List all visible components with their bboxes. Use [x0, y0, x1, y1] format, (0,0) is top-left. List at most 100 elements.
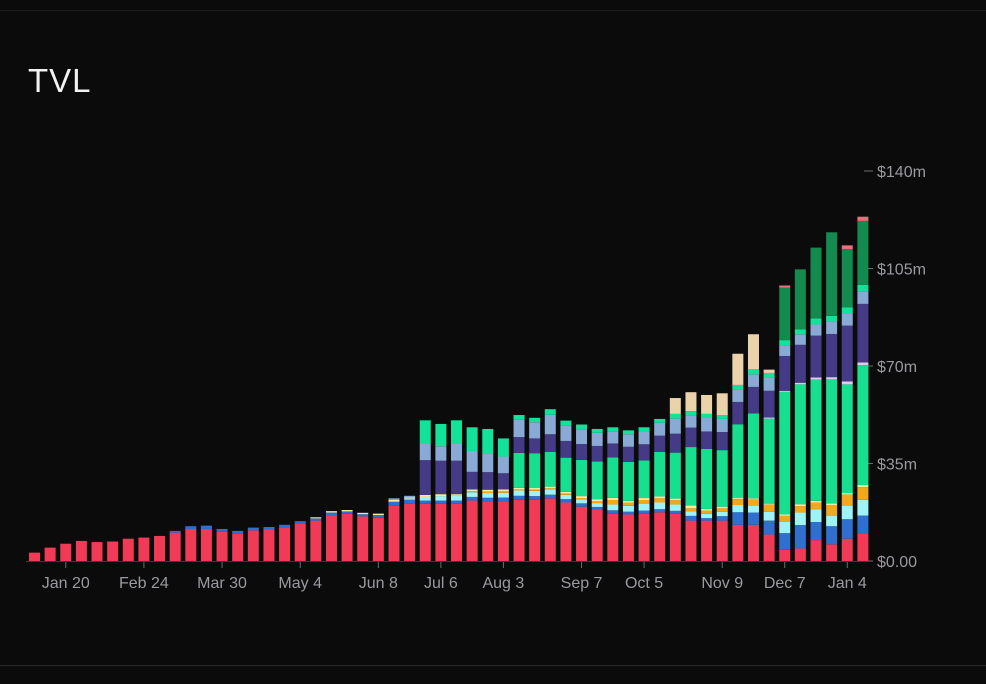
tvl-chart: $0.00 $35m $70m $105m $140m Jan 20 Feb 24 Mar 3…	[26, 164, 926, 592]
bar-segment	[763, 390, 775, 418]
bar-segment	[451, 495, 463, 501]
bar-segment	[779, 514, 791, 516]
bar-segment	[232, 530, 244, 534]
bar-segment	[263, 527, 275, 530]
bar-segment	[669, 500, 681, 505]
bar-segment	[669, 418, 681, 434]
bar-segment	[482, 454, 494, 473]
bar-segment	[654, 498, 666, 503]
bar-segment	[685, 427, 697, 448]
bar-segment	[841, 381, 853, 385]
bar-segment	[685, 520, 697, 561]
bar-segment	[622, 500, 634, 503]
bar-segment	[826, 526, 838, 545]
bar-segment	[857, 362, 869, 366]
bar-segment	[685, 505, 697, 509]
bar-segment	[466, 471, 478, 490]
bar-segment	[794, 512, 806, 526]
bar-segment	[607, 499, 619, 505]
y-tick-label: $0.00	[877, 554, 917, 571]
bar-segment	[810, 509, 822, 522]
bar-segment	[451, 500, 463, 504]
bar-segment	[404, 503, 416, 561]
bar-segment	[794, 329, 806, 335]
bar-segment	[419, 503, 431, 561]
bar-segment	[716, 508, 728, 512]
bar-segment	[482, 493, 494, 498]
bar-segment	[841, 519, 853, 539]
bar-segment	[685, 511, 697, 516]
bar-segment	[544, 434, 556, 452]
bar-segment	[622, 514, 634, 561]
bar-segment	[810, 379, 822, 501]
bar-segment	[763, 534, 775, 561]
bar-segment	[435, 446, 447, 461]
bar-segment	[497, 438, 509, 457]
bar-segment	[763, 504, 775, 512]
bar-segment	[794, 525, 806, 549]
bar-segment	[388, 501, 400, 506]
bar-segment	[638, 513, 650, 561]
bar-segment	[279, 527, 291, 561]
bar-segment	[638, 444, 650, 461]
bar-segment	[591, 503, 603, 507]
bar-segment	[779, 515, 791, 522]
bar-segment	[701, 417, 713, 432]
bar-segment	[435, 496, 447, 501]
bar-segment	[669, 513, 681, 561]
bar-segment	[732, 499, 744, 506]
bar-segment	[357, 516, 369, 561]
bar-segment	[685, 411, 697, 416]
bar-segment	[29, 552, 40, 561]
bar-segment	[497, 492, 509, 498]
bar-segment	[607, 497, 619, 500]
bar-segment	[685, 508, 697, 512]
bar-segment	[341, 513, 353, 561]
bar-segment	[857, 291, 869, 304]
bar-segment	[857, 484, 869, 488]
bar-segment	[810, 540, 822, 561]
y-tick-label: $140m	[877, 164, 926, 181]
bar-segment	[732, 524, 744, 561]
x-tick-label: Oct 5	[625, 575, 663, 592]
bar-segment	[497, 497, 509, 502]
bar-segment	[325, 512, 337, 516]
bar-segment	[716, 520, 728, 561]
bar-segment	[576, 498, 588, 500]
bar-segment	[482, 491, 494, 494]
bar-segment	[810, 247, 822, 319]
bar-segment	[419, 420, 431, 444]
bar-segment	[716, 450, 728, 507]
bar-segment	[529, 488, 541, 490]
bar-segment	[544, 498, 556, 561]
bar-segment	[794, 344, 806, 383]
bar-segment	[419, 460, 431, 495]
bar-segment	[654, 502, 666, 510]
bar-segment	[560, 440, 572, 458]
bar-segment	[763, 372, 775, 378]
bar-segment	[810, 502, 822, 510]
bar-segment	[732, 353, 744, 385]
bar-segment	[701, 449, 713, 509]
bar-segment	[513, 495, 525, 500]
bar-segment	[841, 494, 853, 506]
bar-segment	[841, 325, 853, 382]
bar-segment	[544, 488, 556, 490]
bar-segment	[451, 444, 463, 461]
bar-segment	[826, 321, 838, 334]
bar-segment	[857, 499, 869, 516]
bar-segment	[701, 520, 713, 561]
bar-segment	[451, 460, 463, 495]
bar-segment	[529, 422, 541, 439]
bar-segment	[826, 544, 838, 561]
bar-segment	[763, 503, 775, 505]
bar-segment	[716, 393, 728, 416]
bar-segment	[841, 313, 853, 326]
bar-segment	[654, 509, 666, 513]
bar-segment	[669, 433, 681, 453]
bar-segment	[513, 490, 525, 496]
bar-segment	[466, 496, 478, 501]
bar-segment	[779, 345, 791, 356]
bar-segment	[857, 515, 869, 534]
bar-segment	[435, 460, 447, 495]
